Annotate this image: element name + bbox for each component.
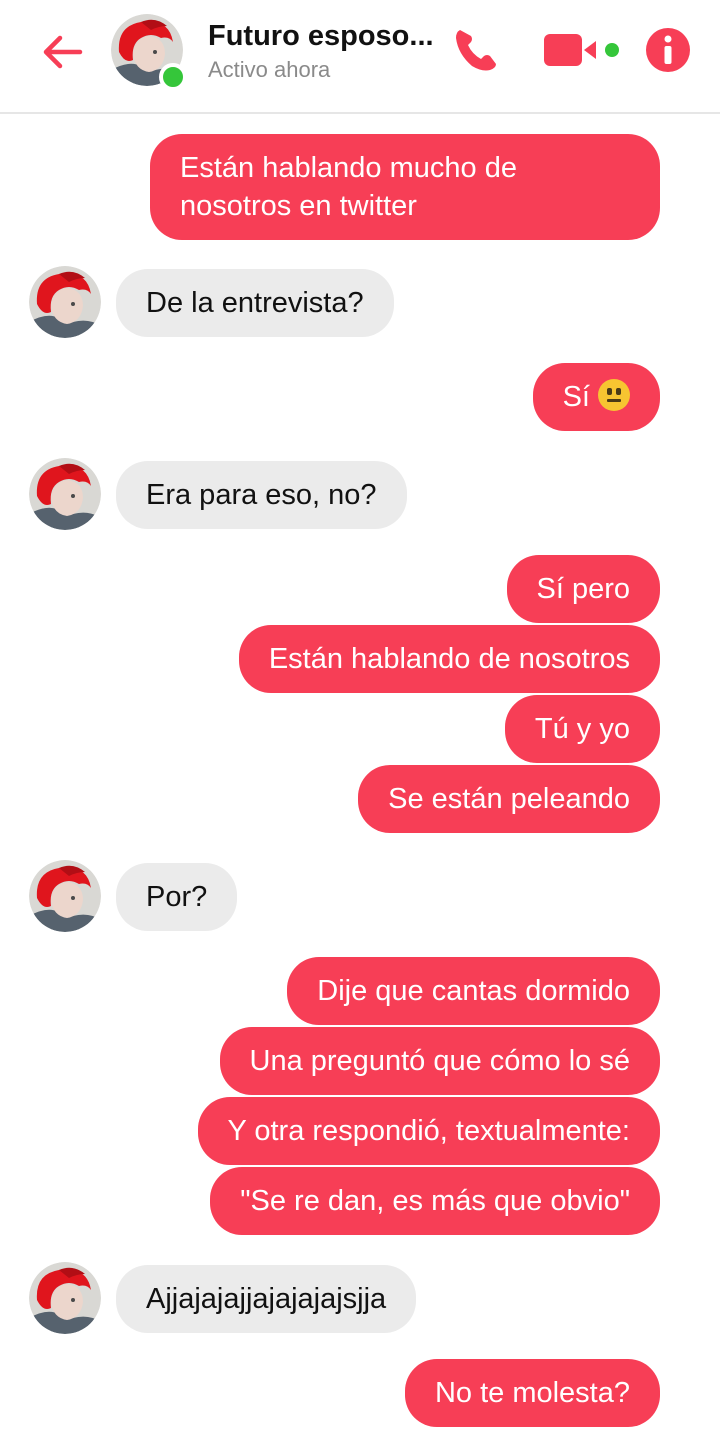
message-bubble-sent[interactable]: Una preguntó que cómo lo sé — [219, 1027, 660, 1095]
contact-avatar-small[interactable] — [29, 458, 101, 530]
chat-header: Futuro esposo... Activo ahora — [0, 0, 720, 114]
message-bubble-sent[interactable]: Se están peleando — [358, 765, 660, 833]
contact-avatar-small[interactable] — [29, 860, 101, 932]
message-bubble-sent[interactable]: Sí — [532, 363, 660, 431]
info-icon[interactable] — [644, 26, 692, 74]
message-bubble-received[interactable]: Por? — [116, 863, 238, 931]
message-bubble-sent[interactable]: Están hablando de nosotros — [238, 625, 660, 693]
message-bubble-sent[interactable]: "Se re dan, es más que obvio" — [210, 1167, 660, 1235]
contact-avatar-small[interactable] — [29, 266, 101, 338]
contact-avatar-small[interactable] — [29, 1262, 101, 1334]
message-bubble-received[interactable]: De la entrevista? — [116, 269, 394, 337]
contact-status: Activo ahora — [208, 57, 331, 82]
back-arrow-icon — [43, 35, 83, 69]
message-bubble-received[interactable]: Ajjajajajjajajajajsjja — [116, 1265, 417, 1333]
message-bubble-sent[interactable]: Sí pero — [506, 555, 660, 623]
message-bubble-sent[interactable]: Y otra respondió, textualmente: — [197, 1097, 660, 1165]
contact-name[interactable]: Futuro esposo... — [208, 20, 444, 53]
message-bubble-received[interactable]: Era para eso, no? — [116, 461, 407, 529]
message-bubble-sent[interactable]: No te molesta? — [404, 1359, 660, 1427]
message-bubble-sent[interactable]: Dije que cantas dormido — [287, 957, 660, 1025]
back-button[interactable] — [36, 26, 88, 78]
message-bubble-sent[interactable]: Están hablando mucho de nosotros en twit… — [150, 134, 660, 240]
neutral-face-emoji-icon — [598, 379, 630, 411]
video-camera-icon[interactable] — [542, 30, 624, 70]
message-bubble-sent[interactable]: Tú y yo — [504, 695, 660, 763]
phone-icon[interactable] — [450, 24, 502, 76]
message-text: Sí — [562, 381, 590, 413]
online-status-dot — [159, 63, 187, 91]
